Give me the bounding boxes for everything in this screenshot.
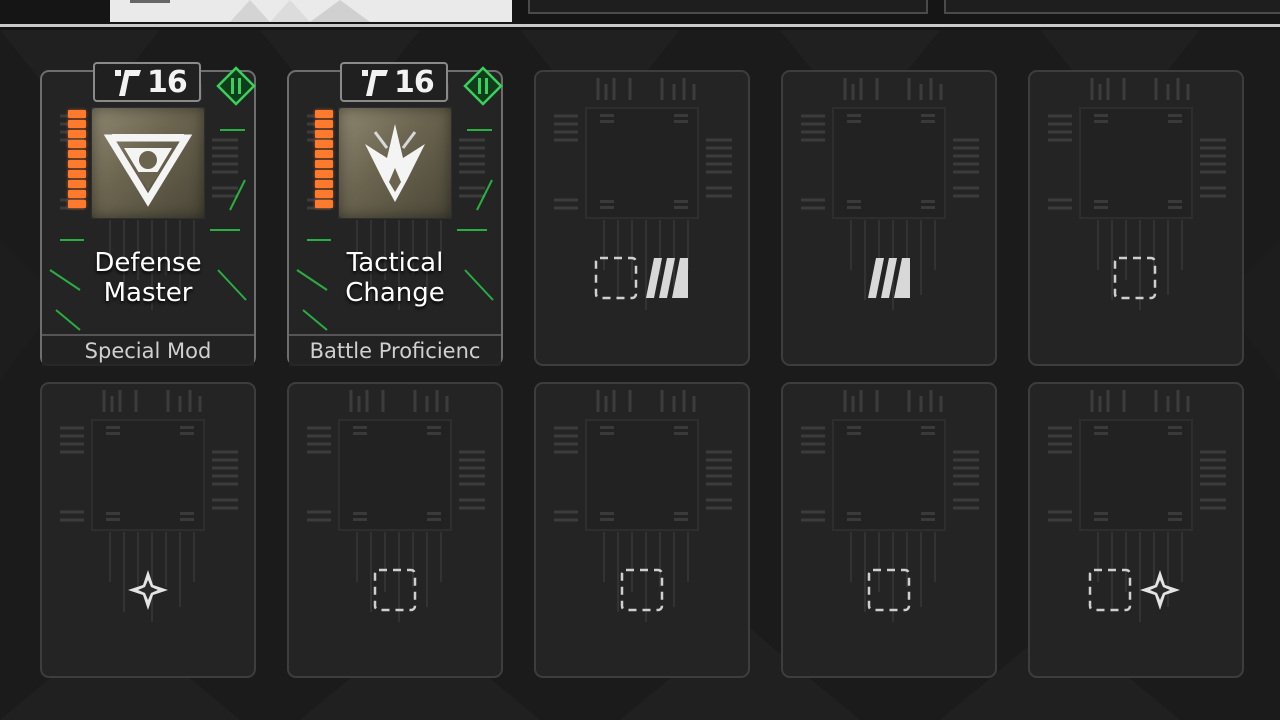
level-value: 16 bbox=[394, 65, 435, 100]
top-tab-2[interactable] bbox=[528, 0, 928, 14]
mod-type: Special Mod bbox=[84, 339, 212, 363]
empty-mod-slot-8[interactable] bbox=[534, 382, 750, 678]
defense-shield-icon bbox=[92, 108, 204, 218]
slot-marks bbox=[1028, 252, 1244, 302]
empty-mod-slot-3[interactable] bbox=[534, 70, 750, 366]
slot-marks bbox=[40, 564, 256, 614]
four-point-star-icon bbox=[1140, 570, 1180, 610]
green-tier-icon bbox=[463, 66, 503, 106]
triple-bar-icon bbox=[646, 258, 688, 298]
empty-mod-slot-9[interactable] bbox=[781, 382, 997, 678]
empty-mod-slot-10[interactable] bbox=[1028, 382, 1244, 678]
card-frame bbox=[40, 382, 256, 678]
energy-bar bbox=[68, 110, 86, 210]
mod-card-1[interactable]: 16 Defense Master Special Mod bbox=[40, 62, 256, 366]
card-frame bbox=[1028, 382, 1244, 678]
card-frame bbox=[534, 70, 750, 366]
mod-card-2[interactable]: 16 Tactical Change Battle Proficienc bbox=[287, 62, 503, 366]
dashed-square-icon bbox=[373, 568, 417, 612]
tactical-arrow-icon bbox=[339, 108, 451, 218]
card-frame bbox=[781, 382, 997, 678]
card-frame bbox=[781, 70, 997, 366]
slot-marks bbox=[534, 252, 750, 302]
mod-name: Tactical Change bbox=[345, 248, 445, 308]
slot-marks bbox=[534, 564, 750, 614]
dashed-square-icon bbox=[594, 256, 638, 300]
empty-mod-slot-4[interactable] bbox=[781, 70, 997, 366]
dashed-square-icon bbox=[1088, 568, 1132, 612]
slot-marks bbox=[781, 564, 997, 614]
slot-marks bbox=[1028, 564, 1244, 614]
slot-marks bbox=[781, 252, 997, 302]
dashed-square-icon bbox=[867, 568, 911, 612]
level-value: 16 bbox=[147, 65, 188, 100]
four-point-star-icon bbox=[128, 570, 168, 610]
empty-mod-slot-5[interactable] bbox=[1028, 70, 1244, 366]
empty-mod-slot-7[interactable] bbox=[287, 382, 503, 678]
rank-icon bbox=[362, 70, 388, 96]
level-badge: 16 bbox=[93, 62, 201, 102]
top-divider bbox=[0, 24, 1280, 27]
top-tab-active[interactable] bbox=[110, 0, 512, 22]
tab-pattern bbox=[130, 0, 370, 22]
card-frame bbox=[1028, 70, 1244, 366]
card-frame bbox=[287, 382, 503, 678]
dashed-square-icon bbox=[1113, 256, 1157, 300]
green-tier-icon bbox=[216, 66, 256, 106]
card-frame bbox=[534, 382, 750, 678]
energy-bar bbox=[315, 110, 333, 210]
rank-icon bbox=[115, 70, 141, 96]
dashed-square-icon bbox=[620, 568, 664, 612]
top-tab-3[interactable] bbox=[944, 0, 1280, 14]
mod-type: Battle Proficienc bbox=[309, 339, 481, 363]
slot-marks bbox=[287, 564, 503, 614]
triple-bar-icon bbox=[868, 258, 910, 298]
empty-mod-slot-6[interactable] bbox=[40, 382, 256, 678]
level-badge: 16 bbox=[340, 62, 448, 102]
top-bar bbox=[0, 0, 1280, 30]
mod-name: Defense Master bbox=[94, 248, 202, 308]
